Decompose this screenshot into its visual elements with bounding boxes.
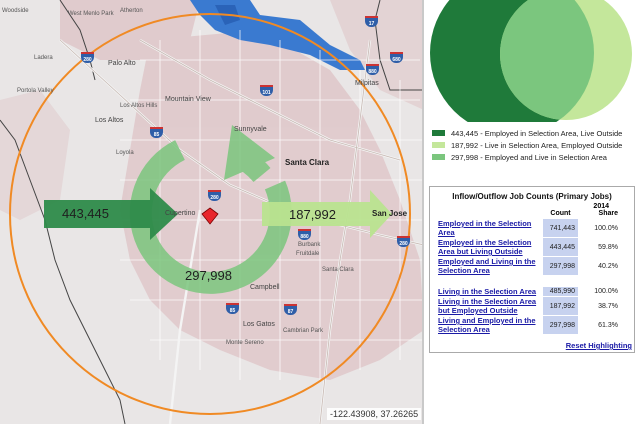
highway-shield: 880	[366, 64, 379, 75]
city-label-mountainview: Mountain View	[165, 96, 211, 103]
highway-shield: 101	[260, 85, 273, 96]
highway-shield: 87	[284, 304, 297, 315]
row-share: 59.8%	[598, 243, 618, 251]
city-label-atherton: Atherton	[120, 8, 143, 14]
legend-swatch	[432, 154, 445, 160]
highway-shield: 880	[298, 229, 311, 240]
highway-shield: 85	[226, 303, 239, 314]
row-link-living[interactable]: Living in the Selection Area	[438, 287, 543, 296]
table-row: Living in the Selection Area but Employe…	[438, 297, 634, 315]
row-link-living-and-employed[interactable]: Living and Employed in the Selection Are…	[438, 316, 543, 334]
city-label-sunnyvale: Sunnyvale	[234, 126, 267, 133]
city-label-losgatos: Los Gatos	[243, 321, 275, 328]
highway-shield: 280	[208, 190, 221, 201]
highway-shield: 280	[81, 52, 94, 63]
row-link-employed-and-living[interactable]: Employed and Living in the Selection Are…	[438, 257, 543, 275]
legend-swatch	[432, 130, 445, 136]
inflow-outflow-table: Inflow/Outflow Job Counts (Primary Jobs)…	[429, 186, 635, 353]
legend-text: 443,445 - Employed in Selection Area, Li…	[451, 128, 623, 138]
table-header: Count Share	[430, 210, 634, 219]
city-label-cupertino: Cupertino	[165, 210, 196, 217]
row-link-employed-living-outside[interactable]: Employed in the Selection Area but Livin…	[438, 238, 543, 256]
city-label-santaclara: Santa Clara	[285, 158, 330, 167]
table-row: Employed and Living in the Selection Are…	[438, 257, 634, 275]
row-count: 297,998	[543, 257, 578, 275]
city-label-cambrian: Cambrian Park	[283, 328, 324, 334]
city-label-paloalto: Palo Alto	[108, 60, 136, 67]
city-label-milpitas: Milpitas	[355, 80, 379, 87]
row-share: 100.0%	[594, 288, 618, 295]
inflow-count-label: 443,445	[62, 206, 109, 221]
highway-shield: 85	[150, 127, 163, 138]
row-share: 40.2%	[598, 262, 618, 270]
venn-diagram	[430, 0, 632, 122]
table-row: Employed in the Selection Area 741,443 1…	[438, 219, 634, 237]
city-label-burbank: Burbank	[298, 242, 321, 248]
highway-shield: 17	[365, 16, 378, 27]
highway-shield: 680	[390, 52, 403, 63]
city-label-portola: Portola Valley	[17, 88, 54, 94]
table-title: Inflow/Outflow Job Counts (Primary Jobs)	[452, 192, 612, 201]
row-link-employed[interactable]: Employed in the Selection Area	[438, 219, 543, 237]
row-link-living-employed-outside[interactable]: Living in the Selection Area but Employe…	[438, 297, 543, 315]
table-row: Living in the Selection Area 485,990 100…	[438, 287, 634, 296]
city-label-woodside: Woodside	[2, 8, 29, 14]
legend-row-internal: 297,998 - Employed and Live in Selection…	[428, 151, 638, 163]
reset-highlighting-link[interactable]: Reset Highlighting	[566, 341, 632, 350]
col-count-header: Count	[550, 210, 571, 217]
row-share: 100.0%	[594, 224, 618, 232]
row-count: 485,990	[543, 287, 578, 296]
city-label-sanjose: San Jose	[372, 209, 408, 218]
outflow-count-label: 187,992	[289, 207, 336, 222]
row-count: 443,445	[543, 238, 578, 256]
legend-text: 187,992 - Live in Selection Area, Employ…	[451, 140, 623, 150]
legend-text: 297,998 - Employed and Live in Selection…	[451, 152, 607, 162]
city-label-monteserenc: Monte Sereno	[226, 340, 264, 346]
row-count: 741,443	[543, 219, 578, 237]
legend-swatch	[432, 142, 445, 148]
row-share: 38.7%	[598, 302, 618, 310]
row-count: 297,998	[543, 316, 578, 334]
city-label-losaltos: Los Altos	[95, 117, 124, 124]
highway-shield: 280	[397, 236, 410, 247]
table-row: Employed in the Selection Area but Livin…	[438, 238, 634, 256]
legend-row-outflow: 187,992 - Live in Selection Area, Employ…	[428, 139, 638, 151]
col-share-header: Share	[598, 210, 618, 217]
map-view[interactable]: Woodside West Menlo Park Atherton Ladera…	[0, 0, 424, 424]
city-label-santaclara-small: Santa Clara	[322, 267, 354, 273]
legend-row-inflow: 443,445 - Employed in Selection Area, Li…	[428, 127, 638, 139]
row-share: 61.3%	[598, 321, 618, 329]
city-label-campbell: Campbell	[250, 284, 280, 291]
city-label-ladera: Ladera	[34, 55, 53, 61]
city-label-loyola: Loyola	[116, 150, 134, 156]
city-label-fruitdale: Fruitdale	[296, 251, 320, 257]
city-label-westmenlo: West Menlo Park	[68, 11, 114, 17]
table-year: 2014	[593, 203, 609, 210]
city-label-losaltoshills: Los Altos Hills	[120, 103, 158, 109]
coordinate-readout: -122.43908, 37.26265	[327, 408, 422, 420]
table-row: Living and Employed in the Selection Are…	[438, 316, 634, 334]
internal-count-label: 297,998	[185, 268, 232, 283]
row-count: 187,992	[543, 297, 578, 315]
venn-legend: 443,445 - Employed in Selection Area, Li…	[428, 127, 638, 163]
